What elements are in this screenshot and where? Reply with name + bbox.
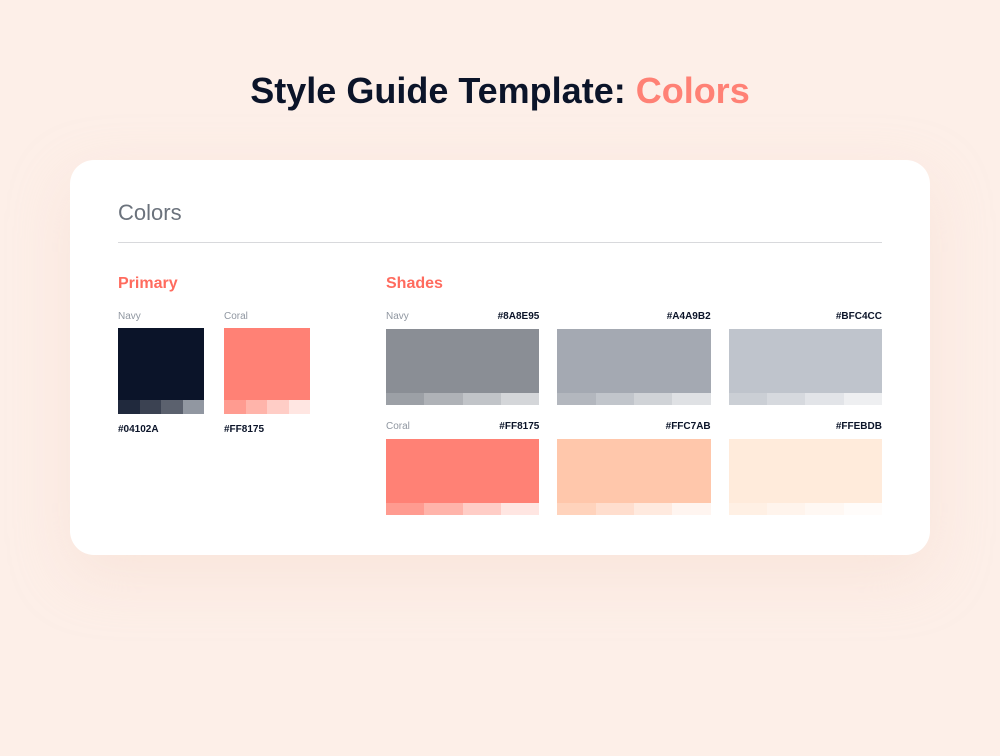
title-prefix: Style Guide Template: — [250, 70, 635, 111]
shade-name: Navy — [386, 311, 409, 322]
shade-hex: #A4A9B2 — [667, 311, 711, 322]
swatch-hex: #FF8175 — [224, 424, 310, 435]
swatch-name: Coral — [224, 311, 310, 322]
swatch-block — [118, 328, 204, 414]
swatch-band — [118, 400, 204, 414]
shade-swatch: #BFC4CC — [729, 311, 882, 405]
shade-swatch: #A4A9B2 — [557, 311, 710, 405]
swatch-block — [224, 328, 310, 414]
shade-swatch: #FFC7AB — [557, 421, 710, 515]
swatch-hex: #04102A — [118, 424, 204, 435]
page-title: Style Guide Template: Colors — [0, 70, 1000, 112]
primary-column: Primary Navy #04102A — [118, 275, 338, 515]
shade-name: Coral — [386, 421, 410, 432]
shade-swatch: Navy #8A8E95 — [386, 311, 539, 405]
shade-hex: #BFC4CC — [836, 311, 882, 322]
shade-hex: #FFC7AB — [666, 421, 711, 432]
primary-swatch-navy: Navy #04102A — [118, 311, 204, 435]
shade-swatch: #FFEBDB — [729, 421, 882, 515]
style-card: Colors Primary Navy — [70, 160, 930, 555]
swatch-band — [224, 400, 310, 414]
card-header: Colors — [118, 200, 882, 226]
shades-grid: Navy #8A8E95 #A4A9B2 #BFC4CC Coral #FF8175 — [386, 311, 882, 515]
shade-hex: #FF8175 — [499, 421, 539, 432]
primary-row: Navy #04102A Coral — [118, 311, 338, 435]
shade-hex: #8A8E95 — [498, 311, 540, 322]
title-accent: Colors — [636, 70, 750, 111]
divider — [118, 242, 882, 243]
shades-column: Shades Navy#8A8E95 #A4A9B2 #BFC4CC Cora — [386, 275, 882, 515]
primary-title: Primary — [118, 275, 338, 293]
shade-hex: #FFEBDB — [836, 421, 882, 432]
primary-swatch-coral: Coral #FF8175 — [224, 311, 310, 435]
swatch-name: Navy — [118, 311, 204, 322]
columns: Primary Navy #04102A — [118, 275, 882, 515]
shade-swatch: Coral #FF8175 — [386, 421, 539, 515]
shades-title: Shades — [386, 275, 882, 293]
